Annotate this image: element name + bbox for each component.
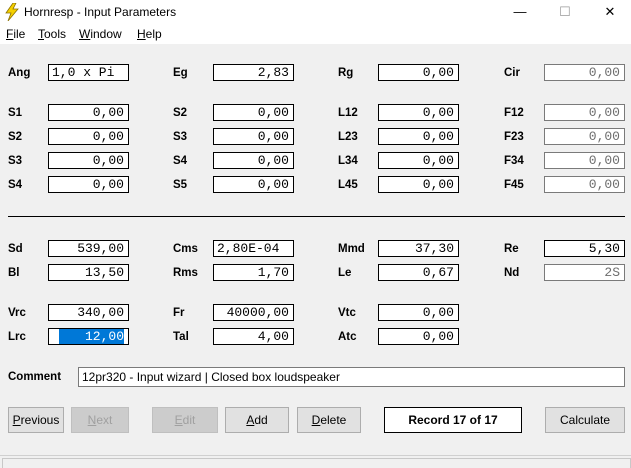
label-vrc: Vrc	[8, 307, 26, 319]
access-key: E	[174, 413, 183, 427]
access-key: T	[38, 27, 44, 41]
selected-text: 12,00	[58, 329, 124, 344]
field-cms[interactable]: 2,80E-04	[213, 240, 294, 257]
label-s3: S3	[173, 131, 188, 143]
field-rg[interactable]: 0,00	[378, 64, 459, 81]
label-s3: S3	[8, 155, 23, 167]
field-le[interactable]: 0,67	[378, 264, 459, 281]
access-key: N	[87, 413, 97, 427]
field-tal[interactable]: 4,00	[213, 328, 294, 345]
field-cir[interactable]: 0,00	[544, 64, 625, 81]
label-rg: Rg	[338, 67, 354, 79]
field-vtc[interactable]: 0,00	[378, 304, 459, 321]
field-nd[interactable]: 2S	[544, 264, 625, 281]
access-key: P	[12, 413, 21, 427]
field-s3[interactable]: 0,00	[213, 128, 294, 145]
label-eg: Eg	[173, 67, 188, 79]
label-s5: S5	[173, 179, 188, 191]
window-title: Hornresp - Input Parameters	[24, 5, 177, 19]
field-fr[interactable]: 40000,00	[213, 304, 294, 321]
label-l23: L23	[338, 131, 358, 143]
menu-window[interactable]: Window	[79, 27, 122, 41]
label-tal: Tal	[173, 331, 189, 343]
label-comment: Comment	[8, 371, 62, 383]
label-s2: S2	[173, 107, 188, 119]
field-s1[interactable]: 0,00	[48, 104, 129, 121]
field-s4[interactable]: 0,00	[213, 152, 294, 169]
field-rms[interactable]: 1,70	[213, 264, 294, 281]
field-bl[interactable]: 13,50	[48, 264, 129, 281]
label-cir: Cir	[504, 67, 520, 79]
label-l34: L34	[338, 155, 358, 167]
delete-button[interactable]: Delete	[297, 407, 361, 433]
field-s5[interactable]: 0,00	[213, 176, 294, 193]
field-l23[interactable]: 0,00	[378, 128, 459, 145]
label-vtc: Vtc	[338, 307, 356, 319]
comment-field[interactable]: 12pr320 - Input wizard | Closed box loud…	[78, 367, 625, 387]
lightning-bolt-icon	[5, 3, 19, 21]
label-f45: F45	[504, 179, 524, 191]
edit-button[interactable]: Edit	[152, 407, 218, 433]
maximize-button[interactable]: ☐	[542, 0, 588, 24]
label-rms: Rms	[173, 267, 198, 279]
label-s2: S2	[8, 131, 23, 143]
field-eg[interactable]: 2,83	[213, 64, 294, 81]
section-divider	[8, 216, 625, 217]
menu-help[interactable]: Help	[137, 27, 162, 41]
field-ang[interactable]: 1,0 x Pi	[48, 64, 129, 81]
menu-file[interactable]: File	[6, 27, 25, 41]
label-l45: L45	[338, 179, 358, 191]
calculate-button[interactable]: Calculate	[545, 407, 625, 433]
field-l12[interactable]: 0,00	[378, 104, 459, 121]
previous-button[interactable]: Previous	[8, 407, 64, 433]
field-s3-throat[interactable]: 0,00	[48, 152, 129, 169]
label-lrc: Lrc	[8, 331, 26, 343]
minimize-button[interactable]: —	[497, 0, 543, 24]
field-vrc[interactable]: 340,00	[48, 304, 129, 321]
label-s4: S4	[173, 155, 188, 167]
record-indicator: Record 17 of 17	[384, 407, 522, 433]
access-key: H	[137, 27, 146, 41]
field-re[interactable]: 5,30	[544, 240, 625, 257]
access-key: F	[6, 27, 14, 41]
label-sd: Sd	[8, 243, 23, 255]
field-mmd[interactable]: 37,30	[378, 240, 459, 257]
field-s4-throat[interactable]: 0,00	[48, 176, 129, 193]
label-s1: S1	[8, 107, 23, 119]
access-key: W	[79, 27, 91, 41]
label-l12: L12	[338, 107, 358, 119]
label-ang: Ang	[8, 67, 31, 79]
field-f12[interactable]: 0,00	[544, 104, 625, 121]
label-cms: Cms	[173, 243, 198, 255]
menu-tools[interactable]: Tools	[38, 27, 66, 41]
field-sd[interactable]: 539,00	[48, 240, 129, 257]
label-fr: Fr	[173, 307, 185, 319]
field-l45[interactable]: 0,00	[378, 176, 459, 193]
label-mmd: Mmd	[338, 243, 365, 255]
next-button[interactable]: Next	[71, 407, 129, 433]
field-s2-throat[interactable]: 0,00	[48, 128, 129, 145]
label-bl: Bl	[8, 267, 20, 279]
label-f12: F12	[504, 107, 524, 119]
field-f23[interactable]: 0,00	[544, 128, 625, 145]
label-le: Le	[338, 267, 352, 279]
field-lrc[interactable]: 12,00	[48, 328, 129, 345]
label-f34: F34	[504, 155, 524, 167]
access-key: A	[246, 413, 255, 427]
access-key: D	[311, 413, 321, 427]
field-l34[interactable]: 0,00	[378, 152, 459, 169]
label-s4: S4	[8, 179, 23, 191]
label-atc: Atc	[338, 331, 357, 343]
add-button[interactable]: Add	[225, 407, 289, 433]
close-button[interactable]: ✕	[587, 0, 631, 24]
field-f45[interactable]: 0,00	[544, 176, 625, 193]
label-f23: F23	[504, 131, 524, 143]
field-f34[interactable]: 0,00	[544, 152, 625, 169]
field-atc[interactable]: 0,00	[378, 328, 459, 345]
label-re: Re	[504, 243, 519, 255]
label-nd: Nd	[504, 267, 520, 279]
field-s2[interactable]: 0,00	[213, 104, 294, 121]
